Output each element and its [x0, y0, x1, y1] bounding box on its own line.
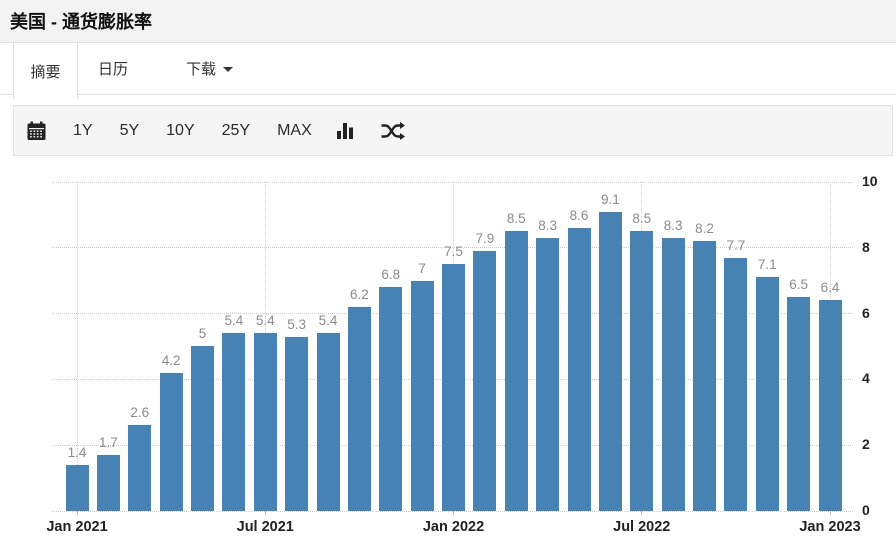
y-axis-label: 0	[862, 502, 870, 518]
bar-chart-icon[interactable]	[334, 121, 356, 140]
bar[interactable]	[661, 238, 685, 511]
bar[interactable]	[504, 231, 528, 511]
x-axis-tick	[829, 511, 831, 515]
bar-value-label: 6.2	[349, 287, 369, 302]
bar-value-label: 2.6	[130, 405, 150, 420]
x-axis-label: Jan 2022	[422, 519, 485, 535]
bar[interactable]	[536, 238, 560, 511]
bar-value-label: 7.5	[444, 244, 463, 259]
x-axis-tick	[76, 511, 78, 515]
bar-value-label: 7	[418, 261, 426, 276]
bar[interactable]	[567, 228, 591, 511]
bar-value-label: 5	[198, 326, 207, 341]
x-axis-label: Jan 2021	[46, 519, 108, 535]
inflation-bar-chart: Jan 2021 Jul 2021 Jan 2022 Jul 2022 Jan 2023…	[0, 158, 896, 548]
bar[interactable]	[598, 212, 622, 511]
bar[interactable]	[630, 231, 654, 511]
bar[interactable]	[787, 297, 811, 511]
plot-area: Jan 2021 Jul 2021 Jan 2022 Jul 2022 Jan 2023…	[46, 181, 861, 535]
bar[interactable]	[253, 333, 277, 511]
x-axis-tick	[641, 511, 643, 515]
calendar-icon[interactable]	[27, 121, 46, 141]
y-axis-label: 2	[862, 436, 870, 453]
shuffle-icon[interactable]	[380, 121, 405, 141]
bar[interactable]	[65, 465, 89, 511]
x-axis-label: Jul 2022	[613, 519, 671, 535]
page-title: 美国 - 通货膨胀率	[10, 12, 152, 32]
bar-value-label: 7.9	[475, 231, 495, 246]
bar-value-label: 9.1	[600, 192, 620, 207]
bar[interactable]	[128, 425, 152, 511]
bar-value-label: 7.1	[757, 257, 777, 272]
bar[interactable]	[473, 251, 497, 511]
range-25y-button[interactable]: 25Y	[222, 122, 250, 139]
bar[interactable]	[316, 333, 340, 511]
bar-value-label: 4.2	[161, 353, 181, 368]
bar[interactable]	[755, 277, 779, 511]
bar[interactable]	[379, 287, 403, 511]
bar[interactable]	[818, 300, 842, 511]
bar-value-label: 6.4	[820, 280, 840, 295]
bar[interactable]	[159, 373, 183, 511]
bar[interactable]	[724, 258, 748, 511]
bar-value-label: 1.7	[98, 435, 118, 450]
bar-value-label: 7.7	[726, 238, 746, 253]
y-axis-label: 8	[862, 238, 870, 255]
v-gridline	[76, 182, 78, 511]
tab-download[interactable]: 下载	[186, 43, 234, 94]
bar[interactable]	[285, 337, 309, 511]
bar-value-label: 8.2	[695, 221, 714, 236]
bar[interactable]	[96, 455, 120, 511]
tab-summary[interactable]: 摘要	[13, 43, 78, 99]
range-10y-button[interactable]: 10Y	[166, 122, 194, 139]
bar[interactable]	[693, 241, 716, 511]
x-axis-tick	[453, 511, 454, 515]
page-header: 美国 - 通货膨胀率	[0, 0, 896, 43]
tab-download-label: 下载	[186, 61, 217, 78]
tab-calendar[interactable]: 日历	[98, 43, 128, 94]
caret-down-icon	[223, 67, 234, 72]
bar[interactable]	[410, 281, 434, 511]
y-axis-label: 6	[862, 304, 870, 321]
chart-toolbar: 1Y 5Y 10Y 25Y MAX	[13, 105, 893, 156]
bar[interactable]	[347, 307, 371, 511]
bar[interactable]	[222, 333, 246, 511]
tab-bar: 摘要 日历 下载	[0, 43, 896, 99]
tab-summary-label: 摘要	[30, 63, 61, 81]
x-axis-tick	[264, 511, 266, 515]
y-axis-label: 4	[862, 370, 870, 387]
range-1y-button[interactable]: 1Y	[73, 122, 93, 139]
range-5y-button[interactable]: 5Y	[120, 122, 140, 139]
tab-calendar-label: 日历	[98, 61, 129, 78]
bar[interactable]	[442, 264, 465, 511]
x-axis-label: Jan 2023	[799, 519, 861, 535]
bar-value-label: 8.6	[569, 208, 589, 223]
range-max-button[interactable]: MAX	[277, 122, 312, 139]
x-axis-label: Jul 2021	[236, 519, 294, 535]
bar[interactable]	[191, 346, 214, 511]
bar-value-label: 5.4	[318, 313, 338, 328]
y-axis-label: 10	[862, 173, 878, 189]
